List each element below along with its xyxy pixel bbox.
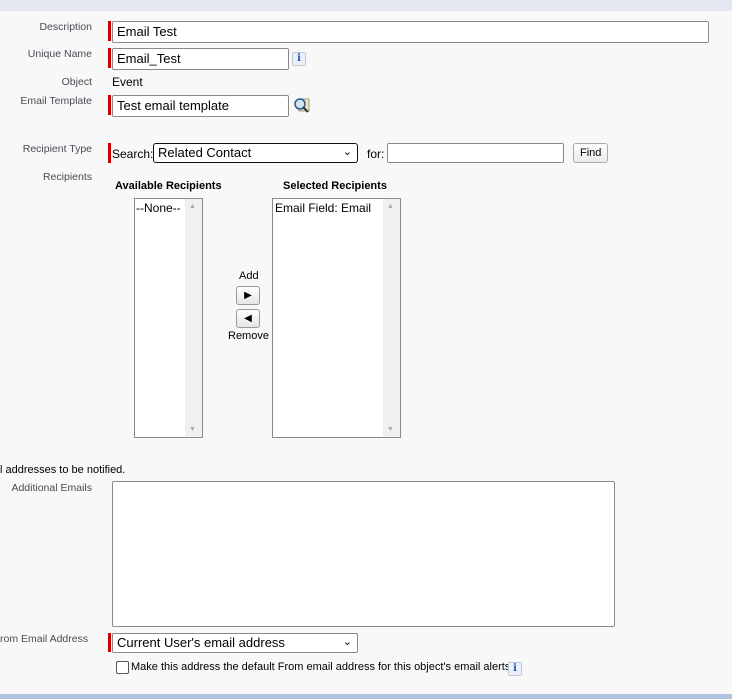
- required-marker: [108, 95, 111, 115]
- additional-emails-textarea[interactable]: [112, 481, 615, 627]
- unique-name-input[interactable]: Email_Test: [112, 48, 289, 70]
- required-marker: [108, 633, 111, 652]
- for-label: for:: [367, 147, 385, 161]
- description-label: Description: [39, 21, 92, 33]
- selected-recipients-header: Selected Recipients: [283, 180, 387, 192]
- remove-button[interactable]: ◀: [236, 309, 260, 328]
- email-template-label: Email Template: [20, 95, 92, 107]
- additional-emails-label: Additional Emails: [11, 482, 92, 494]
- find-button[interactable]: Find: [573, 143, 609, 163]
- chevron-down-icon: ⌄: [342, 636, 352, 648]
- chevron-down-icon: ⌄: [342, 146, 352, 158]
- list-item[interactable]: Email Field: Email: [273, 199, 400, 217]
- recipient-type-value: Related Contact: [158, 145, 252, 160]
- info-icon[interactable]: i: [292, 52, 306, 66]
- recipients-label: Recipients: [42, 171, 92, 183]
- available-recipients-header: Available Recipients: [115, 180, 222, 192]
- add-label: Add: [239, 270, 259, 282]
- default-from-checkbox[interactable]: [116, 661, 129, 674]
- scrollbar[interactable]: ▲ ▼: [185, 199, 202, 437]
- unique-name-label: Unique Name: [27, 48, 92, 60]
- recipient-type-label: Recipient Type: [22, 143, 92, 155]
- available-recipients-list[interactable]: --None-- ▲ ▼: [134, 198, 203, 438]
- top-bar: [0, 0, 732, 11]
- from-email-select[interactable]: Current User's email address ⌄: [112, 633, 358, 653]
- object-label: Object: [61, 76, 92, 88]
- scroll-down-icon[interactable]: ▼: [387, 426, 394, 433]
- remove-label: Remove: [228, 330, 269, 342]
- search-for-input[interactable]: [387, 143, 564, 163]
- default-from-checkbox-label: Make this address the default From email…: [131, 661, 514, 673]
- arrow-left-icon: ◀: [244, 313, 252, 324]
- scrollbar[interactable]: ▲ ▼: [383, 199, 400, 437]
- additional-emails-note: l addresses to be notified.: [0, 464, 126, 476]
- selected-recipients-list[interactable]: Email Field: Email ▲ ▼: [272, 198, 401, 438]
- object-value: Event: [112, 75, 143, 89]
- scroll-up-icon[interactable]: ▲: [387, 203, 394, 210]
- arrow-right-icon: ▶: [244, 290, 252, 301]
- scroll-down-icon[interactable]: ▼: [189, 426, 196, 433]
- scroll-up-icon[interactable]: ▲: [189, 203, 196, 210]
- required-marker: [108, 48, 111, 68]
- description-input[interactable]: Email Test: [112, 21, 709, 43]
- required-marker: [108, 21, 111, 41]
- recipient-type-select[interactable]: Related Contact ⌄: [153, 143, 358, 163]
- from-email-value: Current User's email address: [117, 635, 285, 650]
- info-icon[interactable]: i: [508, 662, 522, 676]
- email-template-input[interactable]: Test email template: [112, 95, 289, 117]
- from-email-label: rom Email Address: [0, 633, 89, 645]
- add-button[interactable]: ▶: [236, 286, 260, 305]
- bottom-bar: [0, 694, 732, 699]
- lookup-search-icon[interactable]: [293, 97, 311, 113]
- required-marker: [108, 143, 111, 163]
- search-label: Search:: [112, 147, 154, 161]
